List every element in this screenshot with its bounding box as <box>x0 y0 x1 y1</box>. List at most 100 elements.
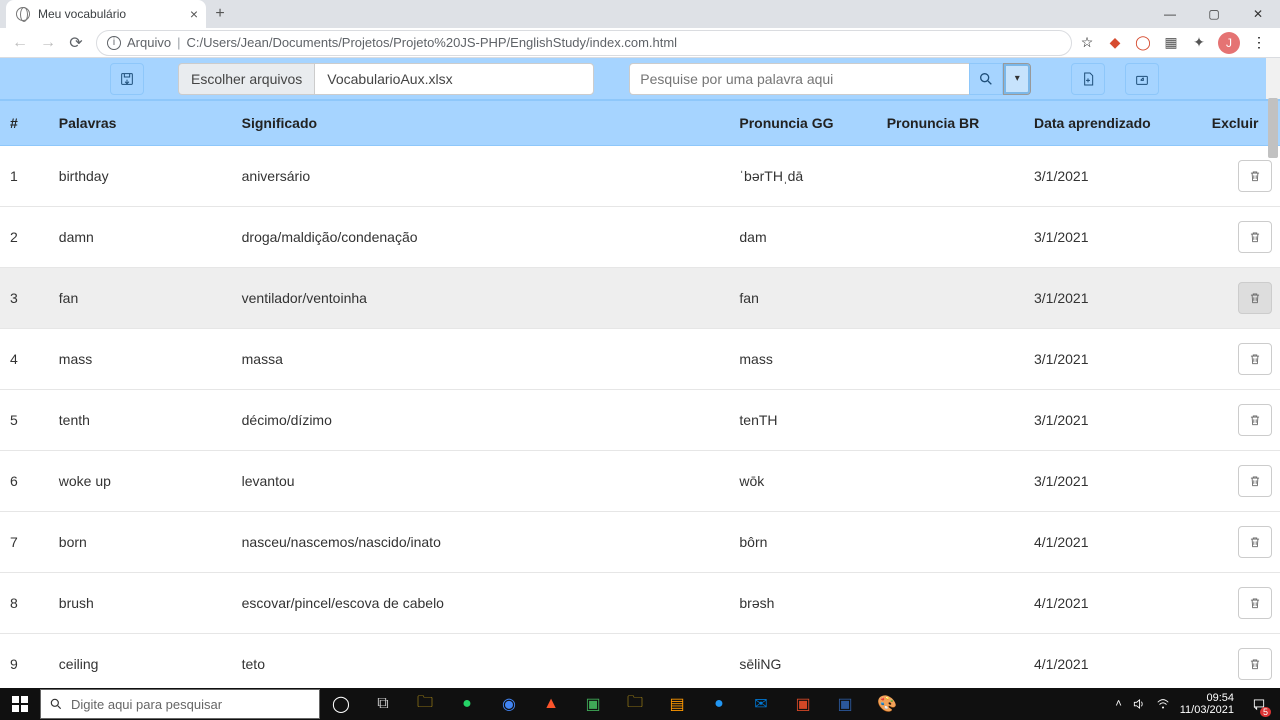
cell-index: 5 <box>0 390 51 451</box>
extension-icon-2[interactable]: ◯ <box>1134 34 1152 52</box>
taskbar-clock[interactable]: 09:54 11/03/2021 <box>1180 692 1234 716</box>
taskbar-apps: ◯ ⧉ 🗀 ● ◉ ▲ ▣ 🗀 ▤ ● ✉ ▣ ▣ 🎨 <box>320 688 908 720</box>
nav-back-button[interactable]: ← <box>6 29 34 57</box>
delete-button[interactable] <box>1238 465 1272 497</box>
cell-date: 3/1/2021 <box>1026 146 1204 207</box>
cell-pron-br <box>879 329 1026 390</box>
extensions-puzzle-icon[interactable]: ✦ <box>1190 34 1208 52</box>
cell-date: 4/1/2021 <box>1026 512 1204 573</box>
url-box[interactable]: i Arquivo | C:/Users/Jean/Documents/Proj… <box>96 30 1072 56</box>
delete-button[interactable] <box>1238 587 1272 619</box>
whatsapp-icon[interactable]: ● <box>446 688 488 720</box>
app-icon-1[interactable]: ▣ <box>572 688 614 720</box>
tab-close-icon[interactable]: × <box>190 6 198 22</box>
cell-word: woke up <box>51 451 234 512</box>
brave-icon[interactable]: ▲ <box>530 688 572 720</box>
tray-chevron-icon[interactable]: ˄ <box>1115 698 1121 710</box>
window-close-button[interactable]: ✕ <box>1236 0 1280 28</box>
word-icon[interactable]: ▣ <box>824 688 866 720</box>
cell-pron-br <box>879 390 1026 451</box>
cell-pron-gg: wōk <box>731 451 878 512</box>
cell-word: born <box>51 512 234 573</box>
delete-button[interactable] <box>1238 160 1272 192</box>
app-icon-4[interactable]: ● <box>698 688 740 720</box>
trash-icon <box>1248 596 1262 610</box>
delete-button[interactable] <box>1238 221 1272 253</box>
col-header-word[interactable]: Palavras <box>51 101 234 146</box>
table-row: 5tenthdécimo/dízimotenTH3/1/2021 <box>0 390 1280 451</box>
search-button[interactable] <box>969 63 1003 95</box>
search-options-dropdown[interactable]: ▾ <box>1003 63 1031 95</box>
window-minimize-button[interactable]: — <box>1148 0 1192 28</box>
col-header-index[interactable]: # <box>0 101 51 146</box>
delete-button[interactable] <box>1238 526 1272 558</box>
trash-icon <box>1248 230 1262 244</box>
table-row: 9ceilingtetosēliNG4/1/2021 <box>0 634 1280 689</box>
cell-pron-br <box>879 573 1026 634</box>
cell-pron-gg: mass <box>731 329 878 390</box>
nav-reload-button[interactable]: ⟳ <box>62 29 90 57</box>
table-row: 4massmassamass3/1/2021 <box>0 329 1280 390</box>
search-input[interactable] <box>629 63 969 95</box>
app-icon-2[interactable]: 🗀 <box>614 688 656 720</box>
trash-icon <box>1248 535 1262 549</box>
table-row: 8brushescovar/pincel/escova de cabelobrə… <box>0 573 1280 634</box>
cell-word: fan <box>51 268 234 329</box>
wifi-icon[interactable] <box>1156 697 1170 711</box>
file-plus-icon <box>1080 71 1096 87</box>
browser-tab[interactable]: Meu vocabulário × <box>6 0 206 28</box>
extension-icon-3[interactable]: ▦ <box>1162 34 1180 52</box>
cell-word: birthday <box>51 146 234 207</box>
fileexplorer-icon[interactable]: 🗀 <box>404 688 446 720</box>
file-choose-button[interactable]: Escolher arquivos <box>178 63 314 95</box>
cell-date: 3/1/2021 <box>1026 207 1204 268</box>
add-entry-button[interactable] <box>1071 63 1105 95</box>
app-icon-3[interactable]: ▤ <box>656 688 698 720</box>
delete-button[interactable] <box>1238 648 1272 680</box>
table-row: 1birthdayaniversárioˈbərTHˌdā3/1/2021 <box>0 146 1280 207</box>
col-header-pron-gg[interactable]: Pronuncia GG <box>731 101 878 146</box>
powerpoint-icon[interactable]: ▣ <box>782 688 824 720</box>
delete-button[interactable] <box>1238 343 1272 375</box>
export-button[interactable] <box>1125 63 1159 95</box>
extension-icon-1[interactable]: ◆ <box>1106 34 1124 52</box>
cell-meaning: nasceu/nascemos/nascido/inato <box>234 512 732 573</box>
cell-index: 8 <box>0 573 51 634</box>
page-scrollbar[interactable] <box>1266 58 1280 99</box>
bookmark-star-icon[interactable]: ☆ <box>1078 34 1096 52</box>
cortana-icon[interactable]: ◯ <box>320 688 362 720</box>
site-info-icon[interactable]: i <box>107 36 121 50</box>
cell-index: 2 <box>0 207 51 268</box>
taskview-icon[interactable]: ⧉ <box>362 688 404 720</box>
cell-delete <box>1204 451 1280 512</box>
cell-delete <box>1204 207 1280 268</box>
col-header-pron-br[interactable]: Pronuncia BR <box>879 101 1026 146</box>
start-button[interactable] <box>0 688 40 720</box>
delete-button[interactable] <box>1238 404 1272 436</box>
save-button[interactable] <box>110 63 144 95</box>
delete-button[interactable] <box>1238 282 1272 314</box>
globe-icon <box>16 7 30 21</box>
browser-menu-icon[interactable]: ⋮ <box>1250 34 1268 52</box>
cell-pron-gg: bôrn <box>731 512 878 573</box>
trash-icon <box>1248 657 1262 671</box>
col-header-meaning[interactable]: Significado <box>234 101 732 146</box>
trash-icon <box>1248 413 1262 427</box>
cell-pron-br <box>879 207 1026 268</box>
taskbar-search[interactable]: Digite aqui para pesquisar <box>40 689 320 719</box>
app-toolbar: Escolher arquivos VocabularioAux.xlsx ▾ <box>0 58 1280 100</box>
new-tab-button[interactable]: + <box>206 0 234 28</box>
profile-avatar[interactable]: J <box>1218 32 1240 54</box>
paint-icon[interactable]: 🎨 <box>866 688 908 720</box>
col-header-date[interactable]: Data aprendizado <box>1026 101 1204 146</box>
cell-word: ceiling <box>51 634 234 689</box>
nav-forward-button[interactable]: → <box>34 29 62 57</box>
volume-icon[interactable] <box>1132 697 1146 711</box>
window-maximize-button[interactable]: ▢ <box>1192 0 1236 28</box>
trash-icon <box>1248 169 1262 183</box>
cell-pron-gg: sēliNG <box>731 634 878 689</box>
notifications-button[interactable]: 5 <box>1244 688 1274 720</box>
mail-icon[interactable]: ✉ <box>740 688 782 720</box>
cell-word: brush <box>51 573 234 634</box>
chrome-icon[interactable]: ◉ <box>488 688 530 720</box>
